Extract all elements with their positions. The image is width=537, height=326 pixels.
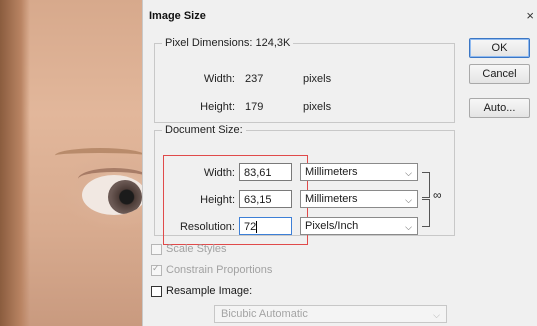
doc-height-input[interactable]: 63,15 [239,190,292,208]
pixel-dimensions-legend: Pixel Dimensions: 124,3K [165,37,291,49]
eyelid [78,168,150,190]
resample-method-value: Bicubic Automatic [221,308,308,320]
scale-styles-label: Scale Styles [166,243,227,255]
doc-width-unit-select[interactable]: Millimeters ⌵ [300,163,418,181]
document-size-legend: Document Size: [165,124,243,136]
pixel-dimensions-group: Pixel Dimensions: 124,3K Width: 237 pixe… [154,37,455,123]
doc-width-input[interactable]: 83,61 [239,163,292,181]
pixel-height-unit: pixels [303,101,332,113]
cancel-button[interactable]: Cancel [469,64,530,84]
resolution-input[interactable]: 72 [239,217,292,235]
document-size-group: Document Size: Width: 83,61 Millimeters ⌵… [154,124,455,245]
dialog-title: Image Size [149,10,206,22]
check-icon: ✓ [152,262,160,273]
chain-link-icon: ∞ [433,188,442,202]
doc-height-unit-select[interactable]: Millimeters ⌵ [300,190,418,208]
resolution-unit-select[interactable]: Pixels/Inch ⌵ [300,217,418,235]
background-photo [0,0,150,326]
constrain-proportions-checkbox[interactable]: ✓ [151,262,162,276]
resolution-unit: Pixels/Inch [305,220,359,232]
eyebrow [55,148,145,163]
constrain-proportions-row: ✓ Constrain Proportions [151,262,273,276]
doc-width-unit: Millimeters [305,166,358,178]
chevron-down-icon: ⌵ [405,168,412,178]
chevron-down-icon: ⌵ [405,195,412,205]
link-bracket-top [422,172,430,198]
link-bracket-bottom [422,199,430,227]
ok-button[interactable]: OK [469,38,530,58]
image-size-dialog: Image Size × Pixel Dimensions: 124,3K Wi… [142,0,537,326]
pixel-height-label: Height: [200,101,235,113]
pixel-width-value: 237 [245,73,264,85]
close-icon[interactable]: × [526,8,534,23]
constrain-proportions-label: Constrain Proportions [166,264,273,276]
pixel-width-unit: pixels [303,73,332,85]
resample-method-select[interactable]: Bicubic Automatic ⌵ [214,305,447,323]
resample-image-label: Resample Image: [166,285,253,297]
hair [0,0,30,326]
resolution-value: 72 [244,221,257,233]
doc-height-unit: Millimeters [305,193,358,205]
chevron-down-icon: ⌵ [405,222,412,232]
text-caret [256,221,258,234]
resample-image-row: Resample Image: [151,285,252,297]
auto-button[interactable]: Auto... [469,98,530,118]
doc-width-label: Width: [203,167,235,179]
chevron-down-icon: ⌵ [433,310,440,320]
resolution-label: Resolution: [179,221,235,233]
scale-styles-row: Scale Styles [151,243,227,255]
pixel-height-value: 179 [245,101,264,113]
pixel-width-label: Width: [203,73,235,85]
doc-height-label: Height: [200,194,235,206]
resample-image-checkbox[interactable] [151,285,162,297]
scale-styles-checkbox[interactable] [151,243,162,255]
